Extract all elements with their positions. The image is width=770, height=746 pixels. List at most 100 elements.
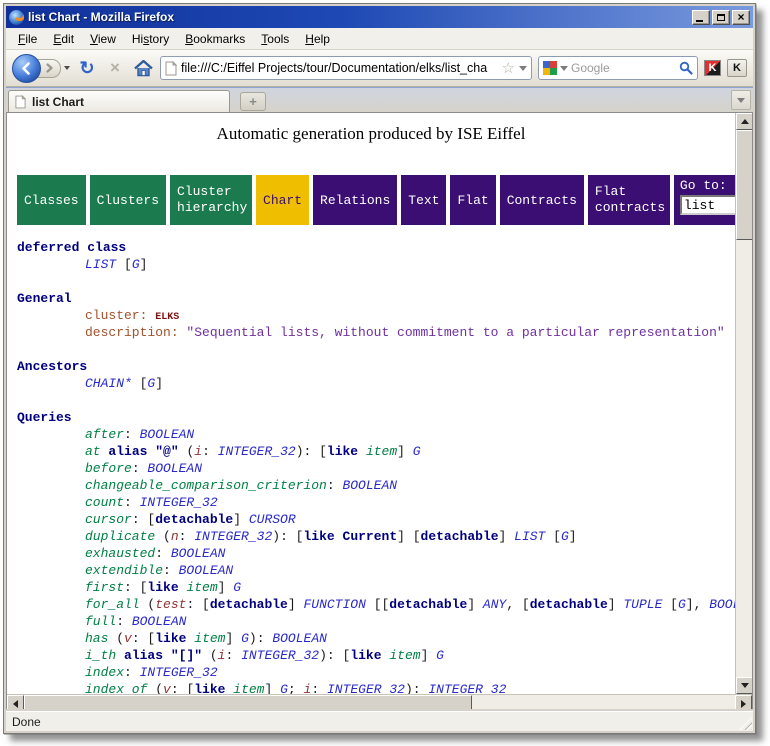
code-segment: detachable — [530, 597, 608, 612]
url-input[interactable] — [181, 61, 498, 75]
vertical-scroll-thumb[interactable] — [736, 130, 753, 240]
code-line: cursor: [detachable] CURSOR — [7, 511, 735, 528]
code-segment: like — [303, 529, 334, 544]
nav-button-contracts[interactable]: Contracts — [500, 175, 584, 225]
horizontal-scrollbar[interactable] — [7, 694, 752, 711]
scroll-down-button[interactable] — [736, 677, 753, 694]
forward-arrow-icon — [44, 63, 54, 73]
search-bar[interactable] — [538, 56, 698, 80]
code-segment: exhausted — [85, 546, 155, 561]
goto-input[interactable] — [680, 195, 735, 215]
tab-list-chart[interactable]: list Chart — [8, 90, 230, 112]
nav-button-flat-contracts[interactable]: Flat contracts — [588, 175, 670, 225]
history-dropdown-icon[interactable] — [64, 66, 70, 70]
code-segment: description: — [85, 325, 186, 340]
code-segment: TUPLE — [623, 597, 662, 612]
code-segment: [[ — [366, 597, 389, 612]
maximize-button[interactable] — [712, 10, 730, 25]
close-icon: × — [737, 12, 744, 22]
menu-history[interactable]: History — [124, 29, 177, 49]
scroll-left-button[interactable] — [7, 695, 24, 711]
horizontal-scroll-thumb[interactable] — [24, 695, 472, 711]
nav-button-text[interactable]: Text — [401, 175, 446, 225]
code-segment: ] — [218, 580, 234, 595]
code-segment: like — [327, 444, 358, 459]
code-segment — [358, 444, 366, 459]
code-line: LIST [G] — [7, 256, 735, 273]
resize-grip[interactable] — [739, 717, 752, 730]
vertical-scrollbar[interactable] — [735, 113, 752, 694]
menu-help[interactable]: Help — [297, 29, 338, 49]
code-segment: before — [85, 461, 132, 476]
kaspersky-icon[interactable]: K — [704, 60, 721, 76]
scroll-right-button[interactable] — [735, 695, 752, 711]
nav-button-clusters[interactable]: Clusters — [90, 175, 166, 225]
refresh-button[interactable]: ↻ — [76, 57, 98, 79]
search-input[interactable] — [571, 61, 676, 75]
code-segment: ( — [147, 682, 163, 694]
goto-box: Go to: — [674, 175, 735, 225]
menu-bookmarks[interactable]: Bookmarks — [177, 29, 253, 49]
menu-file[interactable]: File — [10, 29, 45, 49]
nav-button-relations[interactable]: Relations — [313, 175, 397, 225]
code-segment: v — [163, 682, 171, 694]
code-segment: INTEGER_32 — [140, 665, 218, 680]
menu-tools[interactable]: Tools — [253, 29, 297, 49]
code-segment: ] — [499, 529, 515, 544]
code-line: exhausted: BOOLEAN — [7, 545, 735, 562]
nav-button-chart[interactable]: Chart — [256, 175, 309, 225]
code-segment: : — [311, 682, 327, 694]
code-segment: duplicate — [85, 529, 155, 544]
minimize-icon — [696, 20, 703, 22]
code-segment: ] — [397, 444, 413, 459]
code-segment: G — [678, 597, 686, 612]
search-magnifier-icon[interactable] — [679, 61, 693, 75]
scroll-up-icon — [741, 119, 749, 124]
code-segment: detachable — [210, 597, 288, 612]
code-segment: Queries — [17, 410, 72, 425]
scroll-down-icon — [741, 683, 749, 688]
address-bar[interactable]: ☆ — [160, 56, 532, 80]
code-line: CHAIN* [G] — [7, 375, 735, 392]
menu-view[interactable]: View — [82, 29, 124, 49]
code-segment: : — [163, 563, 179, 578]
title-bar: list Chart - Mozilla Firefox × — [6, 6, 753, 28]
code-line: deferred class — [7, 239, 735, 256]
code-segment: ] — [233, 512, 249, 527]
bookmark-star-icon[interactable]: ☆ — [502, 61, 515, 76]
search-engine-dropdown-icon[interactable] — [560, 66, 568, 71]
menu-edit[interactable]: Edit — [45, 29, 82, 49]
nav-button-classes[interactable]: Classes — [17, 175, 86, 225]
code-segment: ] — [569, 529, 577, 544]
code-segment: like — [194, 682, 225, 694]
tab-page-icon — [15, 95, 26, 109]
back-button[interactable] — [12, 54, 41, 83]
stop-button[interactable]: × — [104, 57, 126, 79]
code-segment: : — [124, 665, 140, 680]
browser-viewport: Automatic generation produced by ISE Eif… — [6, 112, 753, 711]
code-segment: : — [132, 461, 148, 476]
page-title: Automatic generation produced by ISE Eif… — [7, 124, 735, 144]
code-segment: item — [186, 580, 217, 595]
code-segment: : — [124, 427, 140, 442]
new-tab-button[interactable]: + — [240, 92, 266, 111]
nav-button-flat[interactable]: Flat — [450, 175, 495, 225]
close-button[interactable]: × — [732, 10, 750, 25]
nav-button-cluster-hierarchy[interactable]: Cluster hierarchy — [170, 175, 252, 225]
code-segment: detachable — [389, 597, 467, 612]
firefox-window: list Chart - Mozilla Firefox × FileEditV… — [3, 3, 756, 734]
code-line: has (v: [like item] G): BOOLEAN — [7, 630, 735, 647]
code-segment: like — [147, 580, 178, 595]
code-segment: detachable — [421, 529, 499, 544]
urlbar-dropdown-icon[interactable] — [519, 66, 527, 71]
code-segment: like — [155, 631, 186, 646]
scroll-up-button[interactable] — [736, 113, 753, 130]
minimize-button[interactable] — [692, 10, 710, 25]
home-button[interactable] — [132, 57, 154, 79]
k-addon-button[interactable]: K — [727, 59, 747, 77]
list-all-tabs-button[interactable] — [731, 90, 751, 110]
code-segment: [ — [116, 257, 132, 272]
code-segment: n — [171, 529, 179, 544]
code-segment: ] — [288, 597, 304, 612]
code-segment: after — [85, 427, 124, 442]
